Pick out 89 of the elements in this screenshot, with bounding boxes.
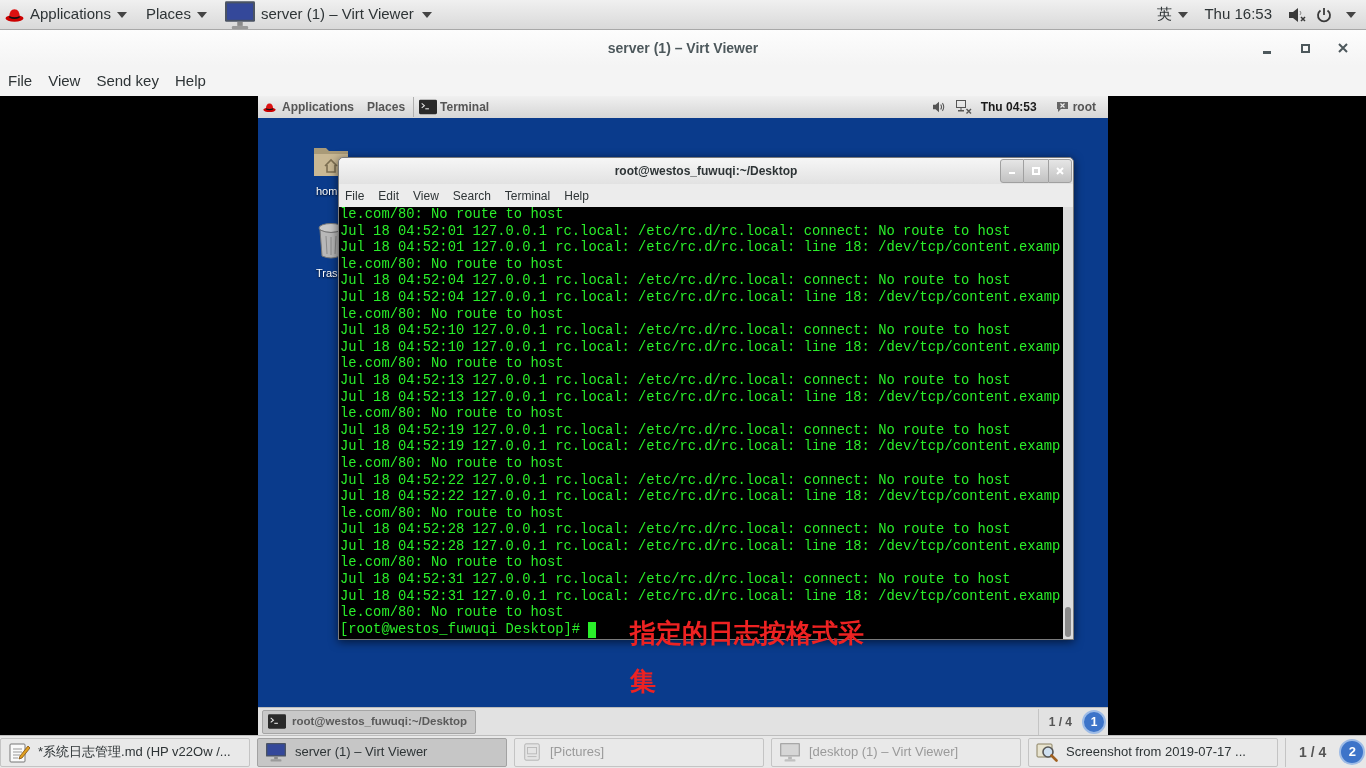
menu-item[interactable]: File (8, 69, 33, 93)
maximize-icon (1300, 43, 1310, 53)
terminal-icon (268, 714, 286, 729)
terminal-line: le.com/80: No route to host (340, 555, 564, 572)
terminal-line: Jul 18 04:52:04 127.0.0.1 rc.local: /etc/rc.d/rc.local: connect: No route to host (340, 273, 1011, 290)
taskbar-window-button[interactable]: *系统日志管理.md (HP v22Ow /... (0, 737, 250, 767)
clock[interactable]: Thu 16:53 (1204, 3, 1272, 26)
user-menu[interactable]: root (1055, 98, 1096, 116)
caret-icon (421, 11, 432, 18)
terminal-icon (419, 98, 438, 116)
terminal-line: le.com/80: No route to host (340, 306, 564, 323)
applications-menu[interactable]: Applications (282, 98, 354, 116)
terminal-line: Jul 18 04:52:10 127.0.0.1 rc.local: /etc/rc.d/rc.local: line 18: /dev/tcp/content.examp (340, 339, 1061, 356)
active-window-menu[interactable]: Terminal (419, 98, 490, 116)
taskbar-window-button[interactable]: Screenshot from 2019-07-17 ... (1028, 737, 1278, 767)
menu-item[interactable]: Edit (378, 186, 400, 205)
terminal-line: Jul 18 04:52:01 127.0.0.1 rc.local: /etc/rc.d/rc.local: line 18: /dev/tcp/content.examp (340, 240, 1061, 257)
speaker-icon[interactable] (931, 101, 946, 113)
terminal-line: Jul 18 04:52:13 127.0.0.1 rc.local: /etc/rc.d/rc.local: line 18: /dev/tcp/content.examp (340, 389, 1061, 406)
input-method-menu[interactable]: 英 (1157, 3, 1189, 26)
notification-badge[interactable]: 1 (1082, 709, 1106, 734)
scrollbar-thumb[interactable] (1065, 607, 1071, 637)
speaker-muted-icon (1288, 6, 1306, 23)
maximize-icon (1032, 167, 1040, 175)
terminal-line: Jul 18 04:52:10 127.0.0.1 rc.local: /etc/rc.d/rc.local: connect: No route to host (340, 323, 1011, 340)
terminal-line: le.com/80: No route to host (340, 605, 564, 622)
menu-item[interactable]: File (345, 186, 365, 205)
notification-badge[interactable]: 2 (1339, 739, 1366, 765)
minimize-icon (1263, 50, 1271, 54)
terminal-line: le.com/80: No route to host (340, 505, 564, 522)
menu-item[interactable]: Help (564, 186, 589, 205)
terminal-line: Jul 18 04:52:22 127.0.0.1 rc.local: /etc/rc.d/rc.local: connect: No route to host (340, 472, 1011, 489)
power-icon (1316, 6, 1332, 23)
terminal-line: Jul 18 04:52:19 127.0.0.1 rc.local: /etc/rc.d/rc.local: line 18: /dev/tcp/content.examp (340, 439, 1061, 456)
window-title: server (1) – Virt Viewer (607, 38, 759, 58)
terminal-line: le.com/80: No route to host (340, 207, 564, 224)
workspace-switcher[interactable]: 1 / 4 (1293, 741, 1333, 763)
desktop-icon-label[interactable]: hom (316, 183, 338, 200)
close-icon (1338, 43, 1348, 53)
chat-bubble-icon (1055, 101, 1069, 113)
terminal-line: Jul 18 04:52:28 127.0.0.1 rc.local: /etc/rc.d/rc.local: line 18: /dev/tcp/content.examp (340, 538, 1061, 555)
terminal-line: Jul 18 04:52:22 127.0.0.1 rc.local: /etc/rc.d/rc.local: line 18: /dev/tcp/content.examp (340, 489, 1061, 506)
menu-item[interactable]: Help (174, 69, 206, 93)
terminal-line: le.com/80: No route to host (340, 356, 564, 373)
menu-item[interactable]: Send key (96, 69, 159, 93)
terminal-line: Jul 18 04:52:04 127.0.0.1 rc.local: /etc/rc.d/rc.local: line 18: /dev/tcp/content.examp (340, 289, 1061, 307)
caret-icon (196, 11, 207, 18)
system-menu[interactable] (1288, 6, 1356, 23)
desktop-icon-label[interactable]: Tras (316, 265, 338, 282)
terminal-line: Jul 18 04:52:19 127.0.0.1 rc.local: /etc/rc.d/rc.local: connect: No route to host (340, 422, 1011, 439)
document-icon (522, 742, 542, 762)
caret-icon (1346, 11, 1356, 18)
terminal-line: Jul 18 04:52:31 127.0.0.1 rc.local: /etc/rc.d/rc.local: connect: No route to host (340, 572, 1011, 589)
network-icon[interactable] (955, 100, 972, 114)
close-button[interactable] (1048, 159, 1072, 183)
caret-icon (116, 11, 127, 18)
magnifier-icon (1036, 741, 1058, 763)
menu-item[interactable]: View (48, 69, 81, 93)
menu-item[interactable]: Terminal (504, 186, 551, 205)
clock[interactable]: Thu 04:53 (980, 98, 1037, 116)
caret-icon (1178, 11, 1189, 18)
terminal-prompt: [root@westos_fuwuqi Desktop]# (340, 621, 581, 639)
taskbar-window-button[interactable]: server (1) – Virt Viewer (257, 737, 507, 767)
terminal-line: le.com/80: No route to host (340, 256, 564, 273)
monitor-icon (265, 742, 287, 762)
terminal-line: le.com/80: No route to host (340, 406, 564, 423)
workspace-switcher[interactable]: 1 / 4 (1038, 712, 1082, 731)
terminal-line: le.com/80: No route to host (340, 455, 564, 473)
terminal-title: root@westos_fuwuqi:~/Desktop (614, 163, 798, 180)
places-menu[interactable]: Places (145, 3, 207, 26)
monitor-icon (779, 742, 801, 762)
hat-icon (263, 101, 276, 113)
monitor-icon (222, 0, 257, 30)
menu-item[interactable]: Search (452, 186, 491, 205)
active-window-menu[interactable]: server (1) – Virt Viewer (222, 0, 432, 30)
taskbar-window-button[interactable]: root@westos_fuwuqi:~/Desktop (262, 709, 476, 734)
minimize-icon (1009, 172, 1015, 174)
notepad-icon (8, 741, 30, 763)
terminal-line: Jul 18 04:52:28 127.0.0.1 rc.local: /etc/rc.d/rc.local: connect: No route to host (340, 522, 1011, 539)
terminal-line: Jul 18 04:52:01 127.0.0.1 rc.local: /etc/rc.d/rc.local: connect: No route to host (340, 223, 1011, 240)
places-menu[interactable]: Places (367, 98, 406, 116)
annotation-text: 指定的日志按格式采集 (630, 617, 865, 698)
hat-icon (5, 6, 24, 23)
applications-menu[interactable]: Applications (30, 3, 127, 26)
scrollbar[interactable] (1063, 207, 1073, 639)
terminal-line: Jul 18 04:52:13 127.0.0.1 rc.local: /etc/rc.d/rc.local: connect: No route to host (340, 372, 1011, 390)
close-icon (1056, 167, 1064, 175)
menu-item[interactable]: View (413, 186, 439, 205)
terminal-line: Jul 18 04:52:31 127.0.0.1 rc.local: /etc/rc.d/rc.local: line 18: /dev/tcp/content.examp (340, 588, 1061, 605)
